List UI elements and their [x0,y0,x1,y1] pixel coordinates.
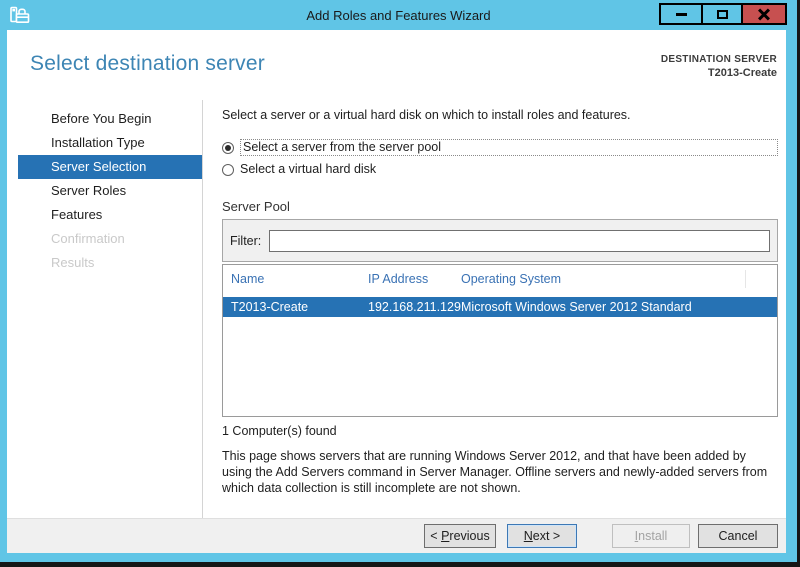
window-controls [659,3,787,25]
destination-server-label: DESTINATION SERVER [660,54,777,65]
radio-select-server-pool[interactable]: Select a server from the server pool [222,139,778,156]
sidebar-item-before-you-begin[interactable]: Before You Begin [18,107,202,131]
maximize-button[interactable] [701,5,741,23]
install-button: Install [612,524,690,548]
page-note: This page shows servers that are running… [222,449,768,495]
radio-vhd-label: Select a virtual hard disk [240,162,377,176]
filter-strip: Filter: [222,219,778,262]
wizard-body: Select destination server DESTINATION SE… [7,30,786,553]
sidebar-item-installation-type[interactable]: Installation Type [18,131,202,155]
column-header-operating-system[interactable]: Operating System [461,272,745,286]
table-header-row: Name IP Address Operating System [223,265,777,293]
close-icon [758,8,770,20]
radio-server-pool-label: Select a server from the server pool [240,139,778,156]
filter-label: Filter: [230,233,262,248]
destination-server-block: DESTINATION SERVER T2013-Create [661,54,777,79]
sidebar-item-server-selection[interactable]: Server Selection [18,155,202,179]
sidebar-item-features[interactable]: Features [18,203,202,227]
wizard-steps-sidebar: Before You Begin Installation Type Serve… [7,100,202,518]
next-button[interactable]: Next > [507,524,577,548]
page-header: Select destination server DESTINATION SE… [7,30,786,100]
minimize-button[interactable] [661,5,701,23]
source-radio-group: Select a server from the server pool Sel… [222,139,778,178]
column-header-spacer [745,270,777,288]
radio-select-virtual-hard-disk[interactable]: Select a virtual hard disk [222,161,778,178]
title-bar[interactable]: Add Roles and Features Wizard [0,0,797,30]
column-header-name[interactable]: Name [231,272,368,286]
cell-name: T2013-Create [231,300,309,314]
page-title: Select destination server [30,52,265,75]
radio-selected-icon [222,141,234,154]
filter-input[interactable] [269,229,770,252]
server-pool-table: Name IP Address Operating System T2013-C… [222,264,778,417]
radio-unselected-icon [222,163,234,176]
minimize-icon [675,12,687,16]
table-body: T2013-Create 192.168.211.129 Microsoft W… [223,293,777,416]
wizard-window: Add Roles and Features Wizard Select des… [0,0,800,567]
sidebar-item-results: Results [51,255,95,270]
column-header-ip-address[interactable]: IP Address [368,272,461,286]
previous-button[interactable]: < Previous [424,524,496,548]
sidebar-item-server-roles[interactable]: Server Roles [18,179,202,203]
close-button[interactable] [741,5,785,23]
result-count: 1 Computer(s) found [222,424,337,438]
wizard-main: Before You Begin Installation Type Serve… [7,100,786,518]
sidebar-item-confirmation: Confirmation [51,231,125,246]
page-content: Select a server or a virtual hard disk o… [203,100,786,518]
table-row[interactable]: T2013-Create 192.168.211.129 Microsoft W… [223,297,777,317]
cell-ip-address: 192.168.211.129 [368,300,461,314]
cancel-button[interactable]: Cancel [698,524,778,548]
maximize-icon [716,9,728,19]
intro-text: Select a server or a virtual hard disk o… [222,108,631,122]
footer-bar: < Previous Next > Install Cancel [7,518,786,553]
destination-server-name: T2013-Create [707,67,777,79]
server-pool-label: Server Pool [222,199,290,214]
cell-operating-system: Microsoft Windows Server 2012 Standard [461,300,692,314]
